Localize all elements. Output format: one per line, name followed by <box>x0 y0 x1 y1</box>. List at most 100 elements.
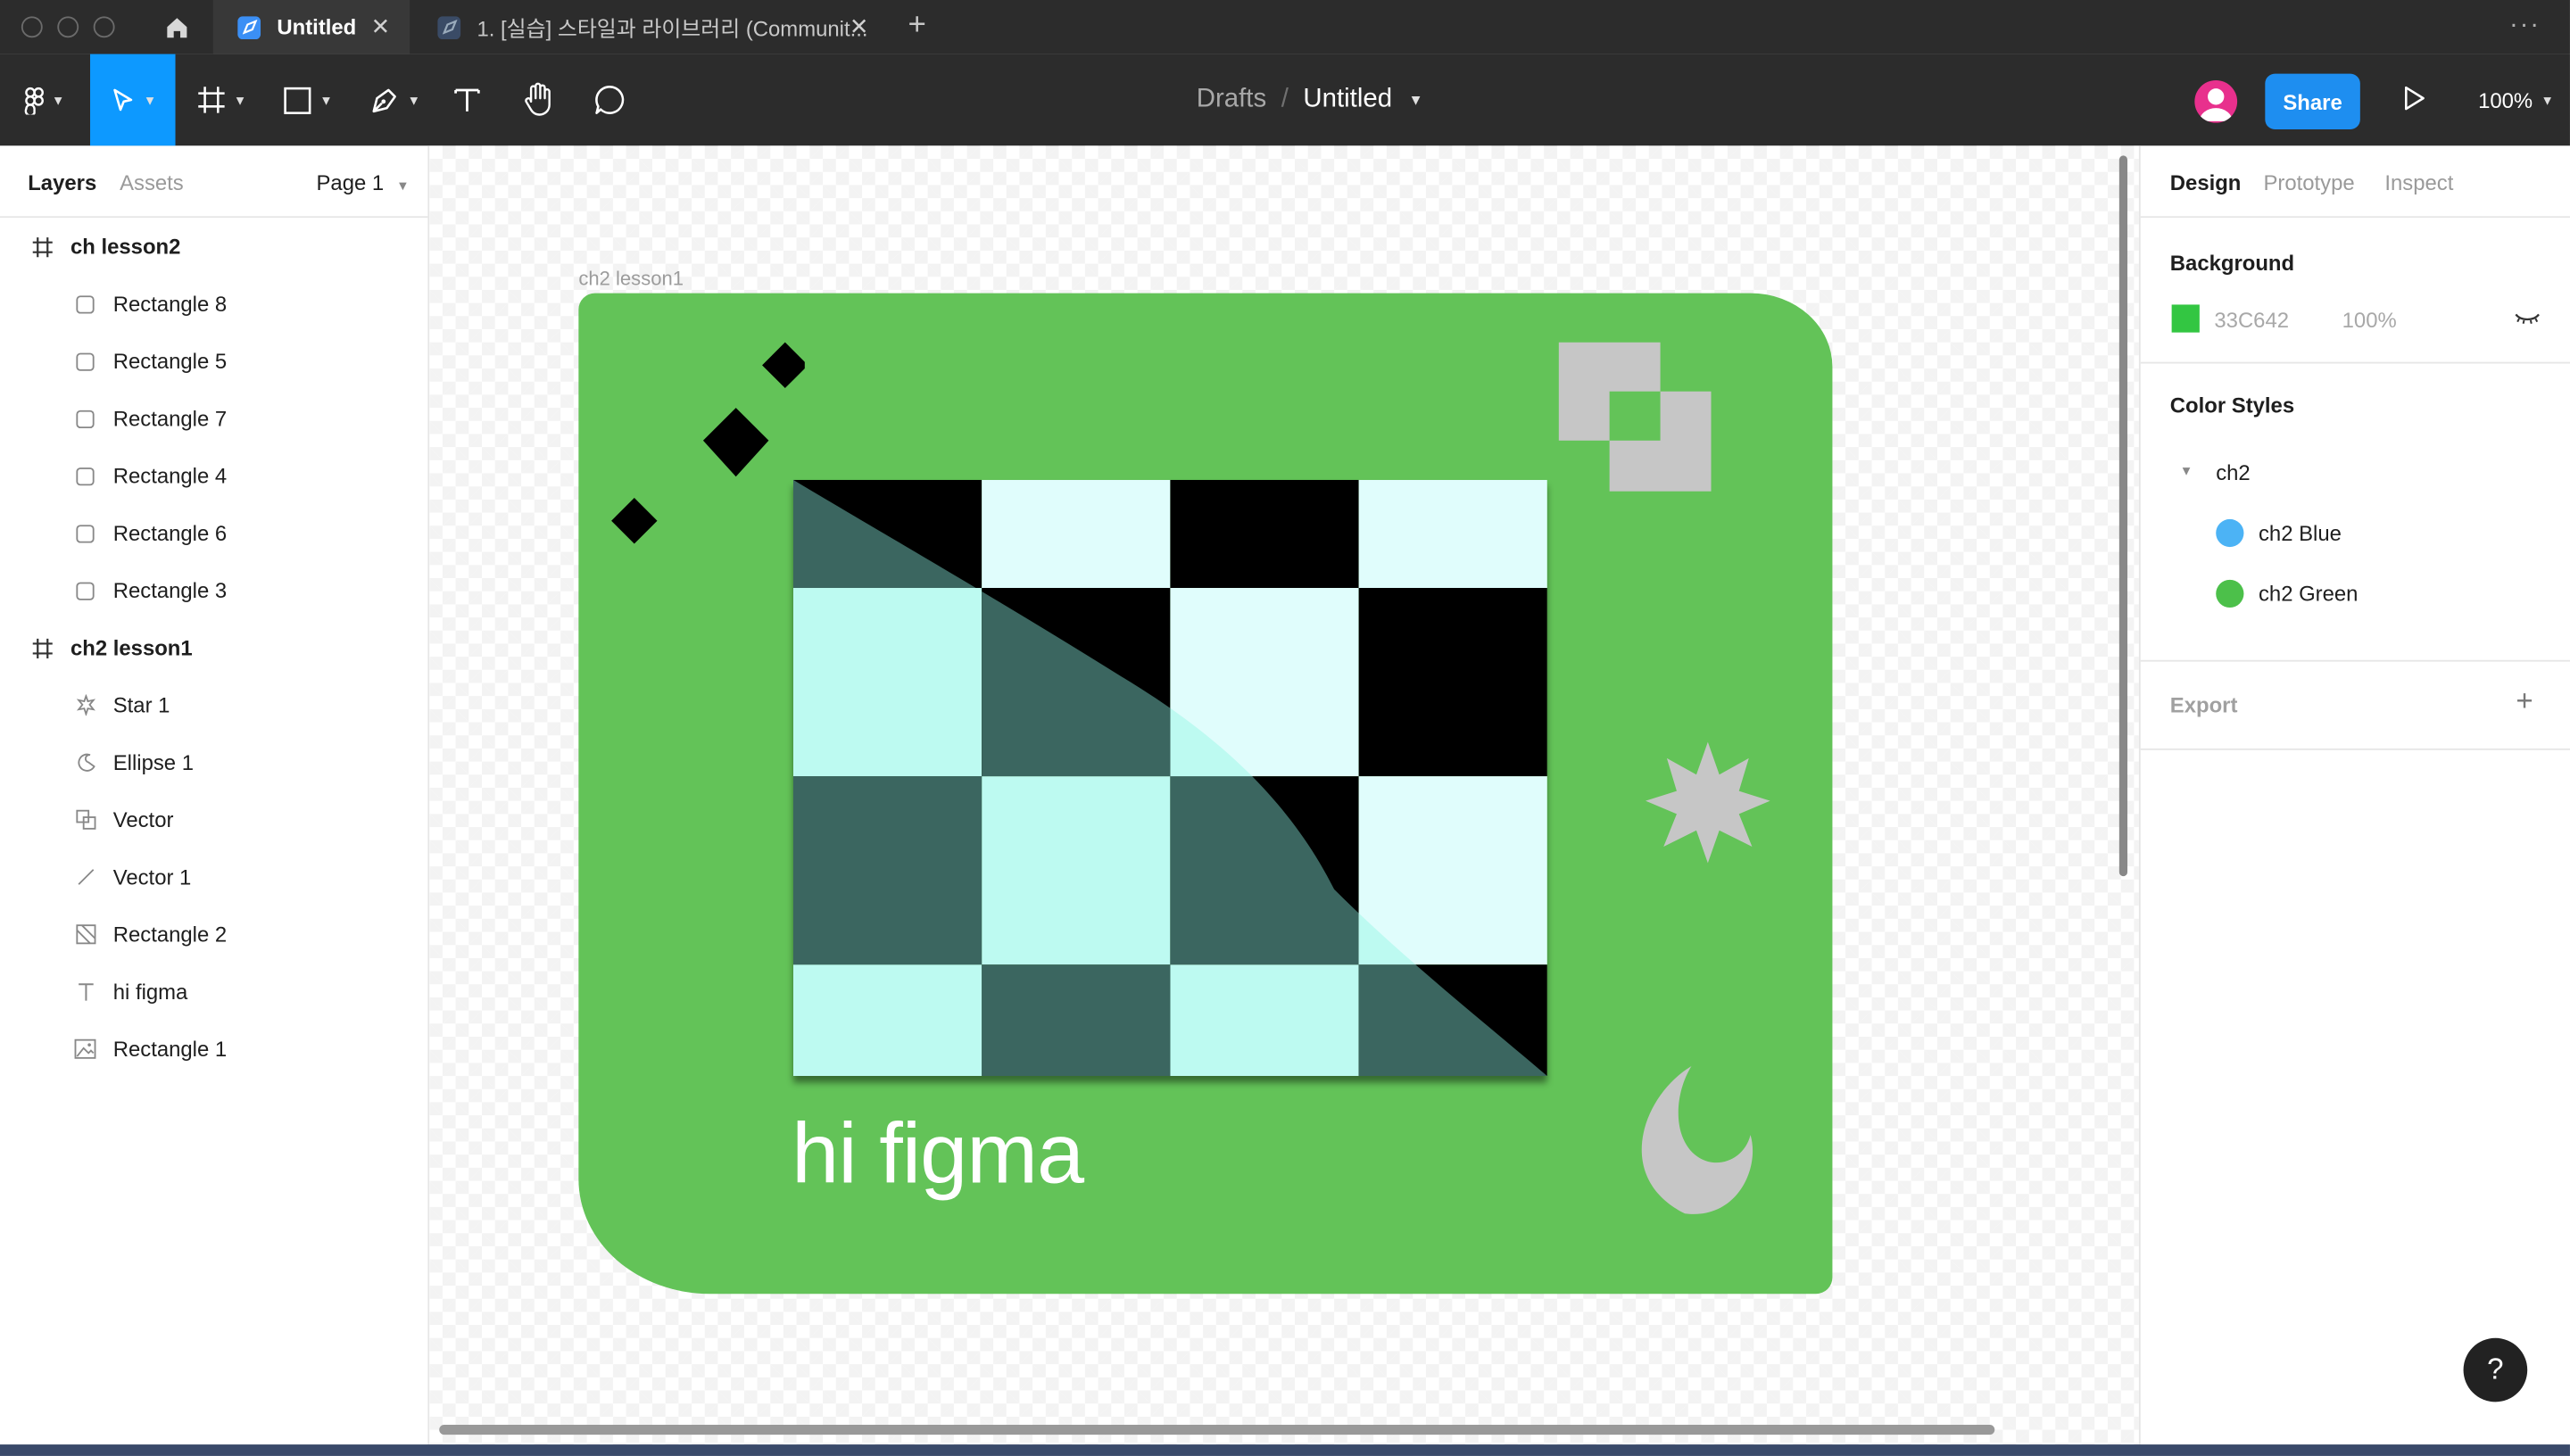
move-tool-button[interactable]: ▼ <box>90 54 176 146</box>
home-tab[interactable] <box>145 0 210 54</box>
play-icon <box>2404 86 2425 111</box>
vector-shape[interactable] <box>1558 342 1713 493</box>
frame-ch2-lesson1[interactable]: hi figma <box>578 293 1833 1295</box>
ellipse-icon <box>72 749 98 775</box>
page-selector[interactable]: Page 1 ▼ <box>316 170 409 195</box>
window-minimize-button[interactable] <box>57 16 79 38</box>
export-title: Export <box>2169 692 2238 718</box>
window-zoom-button[interactable] <box>93 16 115 38</box>
layer-row[interactable]: Rectangle 7 <box>0 390 429 447</box>
add-export-button[interactable]: + <box>2516 684 2533 719</box>
layer-row[interactable]: Vector <box>0 791 429 848</box>
text-icon <box>72 979 98 1005</box>
background-title: Background <box>2169 250 2295 276</box>
ellipse-shape[interactable] <box>1622 1063 1760 1220</box>
layer-row[interactable]: Rectangle 2 <box>0 906 429 963</box>
style-ch2-blue[interactable]: ch2 Blue <box>2259 521 2342 546</box>
file-name[interactable]: Untitled <box>1303 85 1392 114</box>
layer-row[interactable]: Rectangle 8 <box>0 275 429 332</box>
frame-icon <box>29 234 55 260</box>
layer-row[interactable]: ch lesson2 <box>0 218 429 275</box>
tab-prototype[interactable]: Prototype <box>2263 170 2354 195</box>
design-canvas[interactable]: ch2 lesson1 hi figma <box>429 145 2139 1456</box>
close-tab-icon[interactable]: ✕ <box>850 13 869 41</box>
tab-layers[interactable]: Layers <box>28 170 96 195</box>
text-tool-button[interactable] <box>443 54 492 146</box>
rectangle-2-grid[interactable] <box>792 479 1547 1077</box>
background-opacity[interactable]: 100% <box>2342 308 2397 333</box>
figma-file-icon <box>237 15 261 39</box>
close-tab-icon[interactable]: ✕ <box>371 13 391 41</box>
layer-row[interactable]: Rectangle 6 <box>0 504 429 561</box>
share-button[interactable]: Share <box>2265 73 2360 130</box>
divider <box>2140 748 2570 750</box>
present-button[interactable] <box>2403 85 2426 120</box>
diamond-shapes[interactable] <box>608 339 805 552</box>
zoom-dropdown[interactable]: 100% ▼ <box>2478 54 2554 146</box>
eye-hidden-icon[interactable] <box>2514 304 2540 332</box>
breadcrumb-drafts[interactable]: Drafts <box>1197 85 1266 114</box>
text-icon <box>454 88 480 112</box>
caret-down-icon[interactable]: ▼ <box>2180 464 2193 479</box>
rectangle-icon <box>72 577 98 603</box>
rectangle-icon <box>72 405 98 431</box>
layer-row[interactable]: Ellipse 1 <box>0 733 429 790</box>
tab-label: Untitled <box>277 14 357 40</box>
horizontal-scrollbar[interactable] <box>439 1425 1995 1435</box>
layer-name: ch2 lesson1 <box>70 635 193 660</box>
new-tab-button[interactable]: + <box>908 8 926 44</box>
background-hex[interactable]: 33C642 <box>2214 308 2289 333</box>
style-ch2-green[interactable]: ch2 Green <box>2259 582 2358 607</box>
more-menu-icon[interactable]: ··· <box>2509 12 2541 41</box>
layer-row[interactable]: Rectangle 1 <box>0 1021 429 1078</box>
browser-tab-bar: Untitled ✕ 1. [실습] 스타일과 라이브러리 (Communit.… <box>0 0 2570 54</box>
tab-community-file[interactable]: 1. [실습] 스타일과 라이브러리 (Communit... ✕ <box>413 0 889 54</box>
breadcrumb-separator: / <box>1281 85 1289 113</box>
cursor-icon <box>112 88 132 112</box>
layer-name: Rectangle 6 <box>112 520 228 546</box>
chevron-down-icon: ▼ <box>396 178 410 194</box>
star-shape[interactable] <box>1644 739 1771 866</box>
layer-name: Rectangle 3 <box>112 578 228 603</box>
chevron-down-icon: ▼ <box>143 92 157 108</box>
tab-assets[interactable]: Assets <box>120 170 184 195</box>
layer-row[interactable]: Star 1 <box>0 676 429 733</box>
line-icon <box>72 864 98 889</box>
frame-icon <box>29 634 55 660</box>
layer-name: Star 1 <box>112 692 170 718</box>
vertical-scrollbar[interactable] <box>2118 155 2128 877</box>
tab-inspect[interactable]: Inspect <box>2384 170 2453 195</box>
divider <box>2140 659 2570 662</box>
rectangle-image-icon <box>72 922 98 947</box>
layer-row[interactable]: Vector 1 <box>0 848 429 906</box>
layer-row[interactable]: Rectangle 5 <box>0 333 429 390</box>
style-group-ch2[interactable]: ch2 <box>2216 460 2251 485</box>
chevron-down-icon[interactable]: ▼ <box>1408 92 1422 108</box>
pen-tool-button[interactable]: ▼ <box>357 54 432 146</box>
avatar[interactable] <box>2194 79 2238 123</box>
layer-name: Ellipse 1 <box>112 749 194 775</box>
main-menu-button[interactable]: ▼ <box>0 54 88 146</box>
hi-figma-text[interactable]: hi figma <box>792 1105 1084 1204</box>
layer-row[interactable]: hi figma <box>0 963 429 1020</box>
frame-label[interactable]: ch2 lesson1 <box>578 267 684 290</box>
comment-icon <box>595 86 625 114</box>
shape-tool-button[interactable]: ▼ <box>270 54 345 146</box>
tab-design[interactable]: Design <box>2170 170 2242 195</box>
tab-untitled[interactable]: Untitled ✕ <box>212 0 410 54</box>
comment-tool-button[interactable] <box>585 54 634 146</box>
home-icon <box>167 17 187 37</box>
rectangle-icon <box>72 291 98 317</box>
rectangle-icon <box>284 86 311 114</box>
hand-tool-button[interactable] <box>513 54 566 146</box>
window-close-button[interactable] <box>21 16 43 38</box>
background-swatch[interactable] <box>2171 304 2200 333</box>
image-icon <box>72 1036 98 1062</box>
star-icon <box>72 692 98 718</box>
layer-row[interactable]: ch2 lesson1 <box>0 619 429 676</box>
help-button[interactable]: ? <box>2463 1337 2528 1402</box>
frame-tool-button[interactable]: ▼ <box>184 54 259 146</box>
divider <box>2140 361 2570 364</box>
layer-row[interactable]: Rectangle 4 <box>0 447 429 504</box>
layer-row[interactable]: Rectangle 3 <box>0 562 429 619</box>
